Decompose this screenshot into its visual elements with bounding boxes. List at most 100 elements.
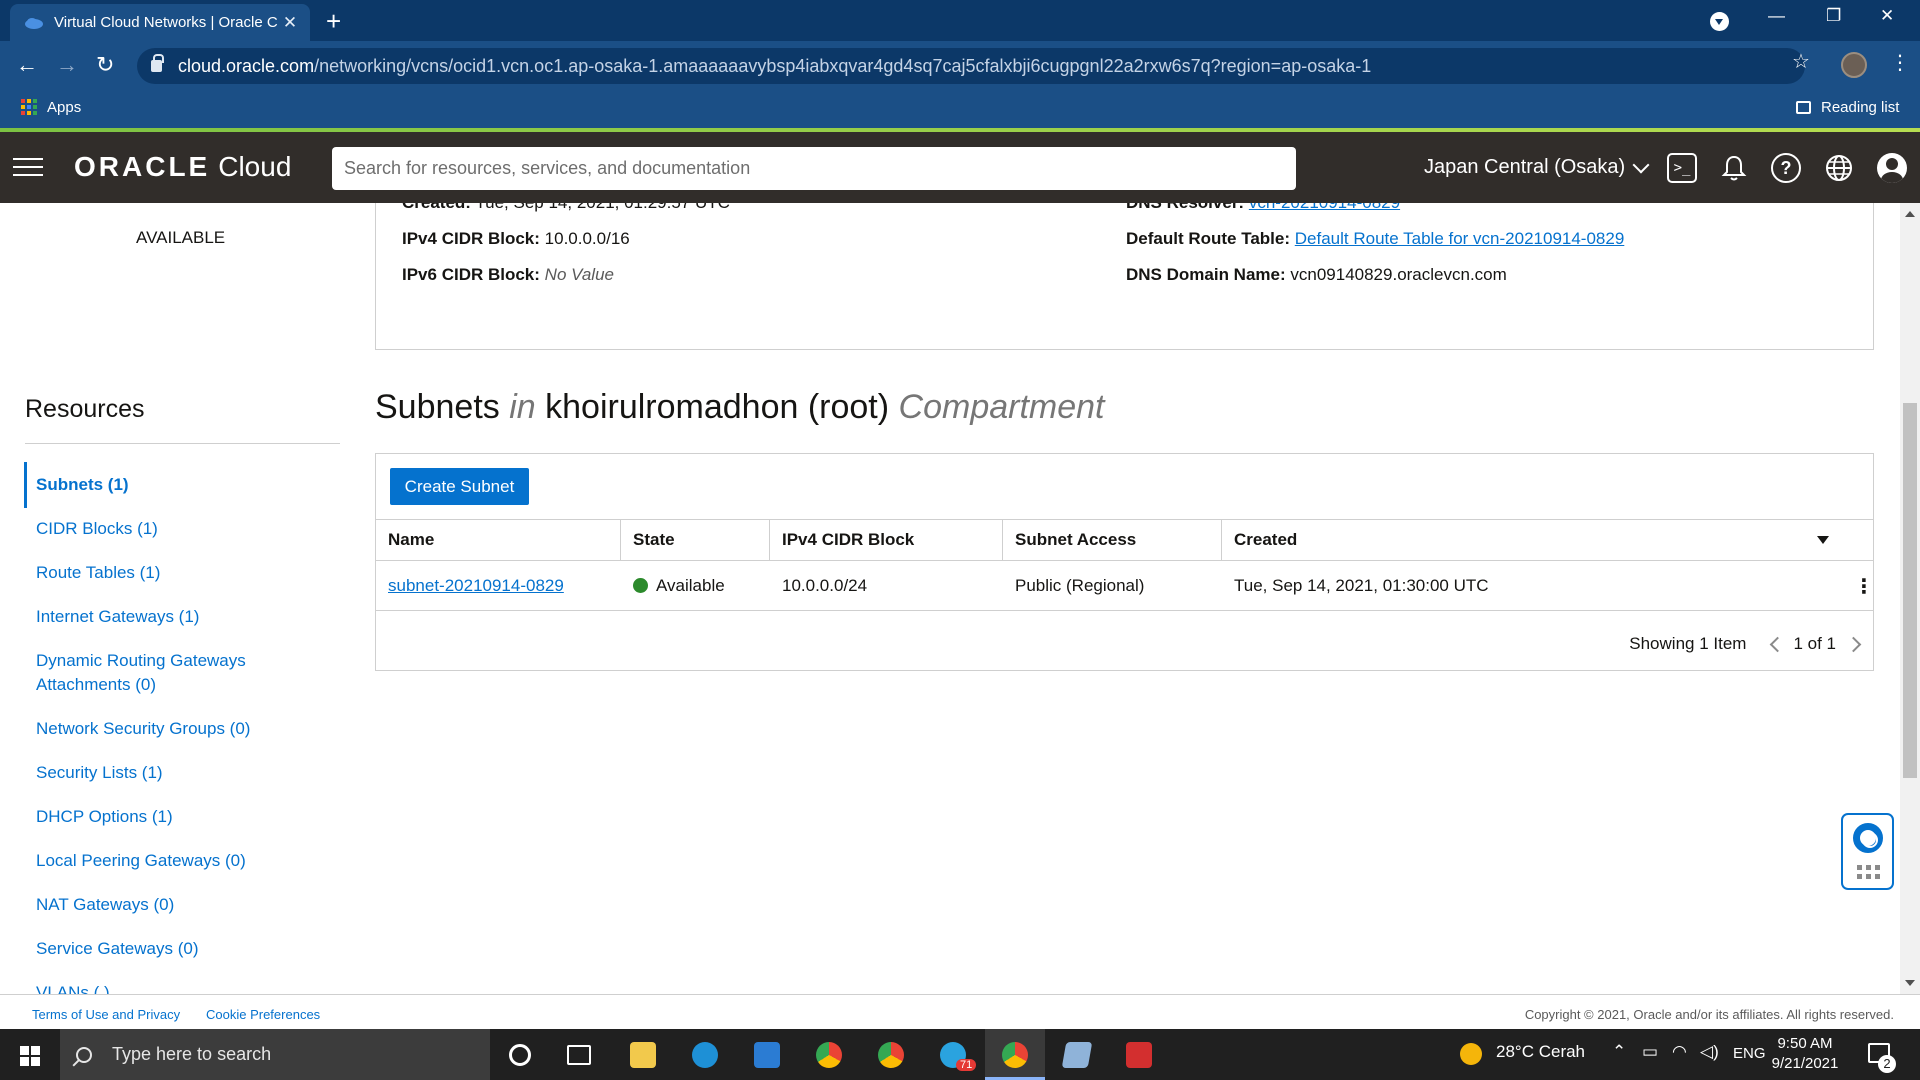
subnet-ipv4: 10.0.0.0/24	[782, 576, 868, 595]
browser-toolbar: ← → ↻ cloud.oracle.com/networking/vcns/o…	[0, 41, 1920, 91]
sidebar-item-network-security-groups[interactable]: Network Security Groups (0)	[36, 717, 250, 741]
browser-tab[interactable]: Virtual Cloud Networks | Oracle C ✕	[10, 4, 310, 41]
column-header-created[interactable]: Created	[1222, 520, 1873, 560]
previous-page-icon[interactable]	[1770, 636, 1786, 652]
chrome-icon[interactable]	[816, 1042, 842, 1068]
oracle-cloud-logo[interactable]: ORACLE Cloud	[74, 151, 291, 183]
dns-domain-label: DNS Domain Name:	[1126, 265, 1286, 284]
notification-count-badge: 2	[1878, 1055, 1896, 1073]
table-header: Name State IPv4 CIDR Block Subnet Access…	[376, 519, 1873, 561]
volume-icon[interactable]: ◁)	[1700, 1042, 1719, 1062]
chrome-profile-icon[interactable]	[878, 1042, 904, 1068]
column-header-ipv4[interactable]: IPv4 CIDR Block	[770, 520, 1003, 560]
weather-text[interactable]: 28°C Cerah	[1496, 1042, 1585, 1062]
page-footer: Terms of Use and Privacy Cookie Preferen…	[0, 994, 1920, 1029]
tab-search-icon[interactable]	[1710, 12, 1729, 31]
page-indicator: 1 of 1	[1793, 634, 1836, 653]
cortana-icon[interactable]	[509, 1044, 531, 1066]
ipv6-row: IPv6 CIDR Block: No Value	[402, 265, 614, 285]
grid-dots-icon	[1857, 865, 1880, 879]
taskbar-clock[interactable]: 9:50 AM 9/21/2021	[1770, 1034, 1840, 1074]
close-tab-icon[interactable]: ✕	[280, 13, 300, 33]
sidebar-item-drg-attachments-line2[interactable]: Attachments (0)	[36, 673, 156, 697]
sidebar-item-local-peering-gateways[interactable]: Local Peering Gateways (0)	[36, 849, 246, 873]
weather-sun-icon[interactable]	[1460, 1043, 1482, 1065]
oracle-console-header: ORACLE Cloud Search for resources, servic…	[0, 132, 1920, 203]
file-explorer-icon[interactable]	[630, 1042, 656, 1068]
language-indicator[interactable]: ENG	[1733, 1045, 1766, 1062]
terms-link[interactable]: Terms of Use and Privacy	[32, 1007, 180, 1022]
scroll-up-icon[interactable]	[1905, 211, 1915, 217]
windows-start-icon[interactable]	[20, 1046, 40, 1066]
row-actions-menu-icon[interactable]: ⋮	[1854, 574, 1874, 599]
column-header-state[interactable]: State	[621, 520, 770, 560]
hamburger-menu-icon[interactable]	[13, 158, 43, 176]
next-page-icon[interactable]	[1845, 636, 1862, 652]
sidebar-item-service-gateways[interactable]: Service Gateways (0)	[36, 937, 199, 961]
dns-resolver-link[interactable]: vcn-20210914-0829	[1249, 203, 1400, 212]
ipv4-value: 10.0.0.0/16	[544, 229, 630, 248]
sidebar-item-drg-attachments[interactable]: Dynamic Routing Gateways	[36, 649, 246, 673]
language-globe-icon[interactable]	[1824, 153, 1854, 183]
notepad-icon[interactable]	[1061, 1042, 1093, 1068]
back-icon[interactable]: ←	[16, 53, 38, 77]
telegram-badge: 71	[956, 1059, 977, 1071]
help-icon[interactable]: ?	[1771, 153, 1801, 183]
user-profile-icon[interactable]	[1877, 153, 1907, 183]
forward-icon[interactable]: →	[56, 53, 78, 77]
page-scrollbar[interactable]	[1900, 203, 1920, 994]
apps-grid-icon[interactable]	[21, 99, 37, 115]
sidebar-item-dhcp-options[interactable]: DHCP Options (1)	[36, 805, 173, 829]
minimize-icon[interactable]: —	[1768, 6, 1785, 26]
cloud-favicon-icon	[25, 17, 43, 29]
profile-avatar[interactable]	[1841, 52, 1867, 78]
browser-menu-icon[interactable]: ⋮	[1890, 50, 1910, 75]
cloud-shell-icon[interactable]: >_	[1667, 153, 1697, 183]
column-header-name[interactable]: Name	[376, 520, 621, 560]
taskbar-search[interactable]: Type here to search	[60, 1029, 490, 1080]
sidebar-item-nat-gateways[interactable]: NAT Gateways (0)	[36, 893, 174, 917]
pagination: Showing 1 Item 1 of 1	[1629, 634, 1862, 654]
chrome-active-icon	[1002, 1042, 1028, 1068]
console-search-input[interactable]: Search for resources, services, and docu…	[332, 147, 1296, 190]
restore-icon[interactable]: ❐	[1826, 6, 1841, 26]
sidebar-item-vlans[interactable]: VLANs ( )	[36, 981, 110, 994]
scrollbar-thumb[interactable]	[1903, 403, 1917, 778]
mail-icon[interactable]	[754, 1042, 780, 1068]
address-bar[interactable]: cloud.oracle.com/networking/vcns/ocid1.v…	[137, 48, 1805, 84]
show-hidden-icons-chevron-icon[interactable]: ⌃	[1612, 1042, 1626, 1062]
new-tab-button[interactable]: +	[326, 7, 341, 35]
task-view-icon[interactable]	[567, 1045, 591, 1065]
window-close-icon[interactable]: ✕	[1880, 6, 1894, 26]
route-table-label: Default Route Table:	[1126, 229, 1291, 248]
subnet-name-link[interactable]: subnet-20210914-0829	[388, 576, 564, 596]
reload-icon[interactable]: ↻	[96, 53, 114, 77]
reading-list-button[interactable]: Reading list	[1796, 99, 1899, 116]
table-row: subnet-20210914-0829 Available 10.0.0.0/…	[376, 561, 1874, 611]
sidebar-item-route-tables[interactable]: Route Tables (1)	[36, 561, 160, 585]
sidebar-item-cidr-blocks[interactable]: CIDR Blocks (1)	[36, 517, 158, 541]
create-subnet-button[interactable]: Create Subnet	[390, 468, 529, 505]
route-table-link[interactable]: Default Route Table for vcn-20210914-082…	[1295, 229, 1625, 248]
acrobat-icon[interactable]	[1126, 1042, 1152, 1068]
sort-caret-icon[interactable]	[1817, 536, 1829, 544]
column-header-subnet-access[interactable]: Subnet Access	[1003, 520, 1222, 560]
battery-icon[interactable]: ▭	[1642, 1042, 1658, 1062]
subnets-heading: Subnets in khoirulromadhon (root) Compar…	[375, 388, 1105, 427]
notifications-bell-icon[interactable]	[1719, 153, 1749, 183]
cookie-preferences-link[interactable]: Cookie Preferences	[206, 1007, 320, 1022]
sidebar-item-security-lists[interactable]: Security Lists (1)	[36, 761, 163, 785]
bookmark-star-icon[interactable]: ☆	[1792, 49, 1810, 74]
edge-browser-icon[interactable]	[692, 1042, 718, 1068]
wifi-icon[interactable]: ◠	[1672, 1042, 1687, 1062]
dns-domain-row: DNS Domain Name: vcn09140829.oraclevcn.c…	[1126, 265, 1507, 285]
help-support-widget[interactable]	[1841, 813, 1894, 890]
apps-bookmark[interactable]: Apps	[47, 99, 81, 116]
sidebar-item-subnets[interactable]: Subnets (1)	[36, 473, 129, 497]
scroll-down-icon[interactable]	[1905, 980, 1915, 986]
clock-time: 9:50 AM	[1777, 1035, 1833, 1052]
main-content: AVAILABLE Created: Tue, Sep 14, 2021, 01…	[0, 203, 1920, 994]
active-taskbar-app[interactable]	[985, 1029, 1045, 1080]
region-selector[interactable]: Japan Central (Osaka)	[1424, 156, 1650, 179]
sidebar-item-internet-gateways[interactable]: Internet Gateways (1)	[36, 605, 199, 629]
